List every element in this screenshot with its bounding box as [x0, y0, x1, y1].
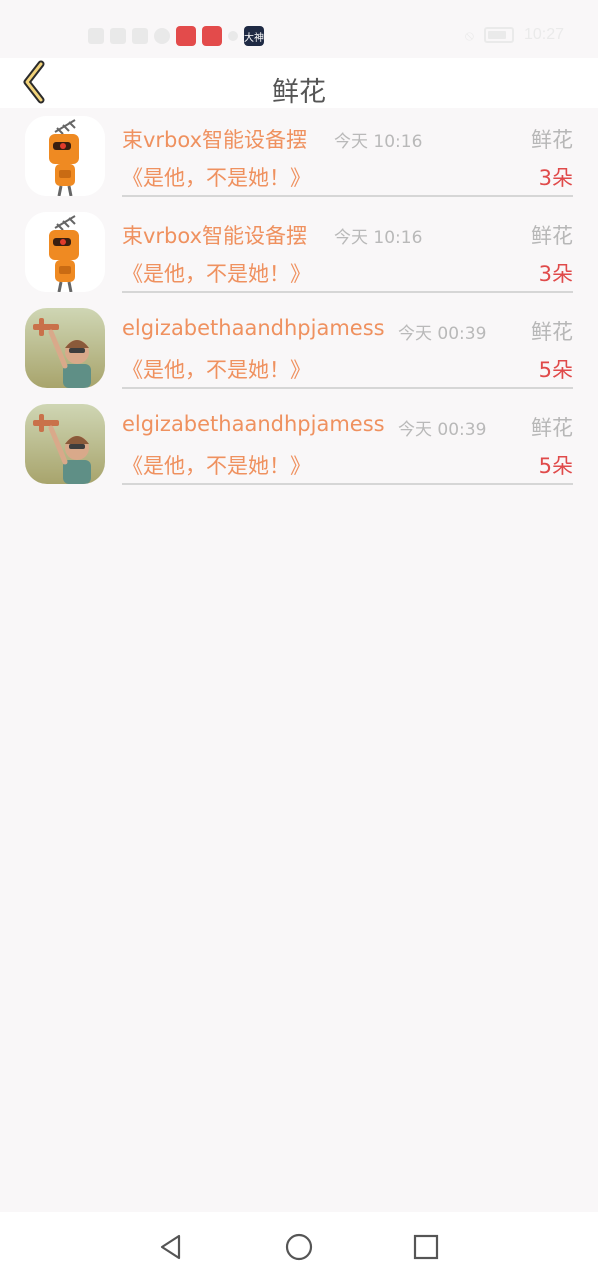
timestamp: 今天 00:39	[398, 324, 487, 344]
hd-icon	[88, 28, 104, 44]
gift-type: 鲜花	[531, 320, 573, 344]
divider	[122, 387, 573, 389]
dashen-app-icon: 大神	[244, 26, 264, 46]
robot-avatar-icon	[25, 116, 105, 196]
nav-home-button[interactable]	[284, 1232, 314, 1262]
flower-count: 5朵	[538, 454, 573, 478]
triangle-back-icon	[160, 1234, 181, 1260]
flower-count: 5朵	[538, 358, 573, 382]
screen: 大神 ⦸ 10:27 鲜花 束vrbox智能设备摆 今天 10:16 鲜花 《是…	[0, 0, 598, 1280]
divider	[122, 195, 573, 197]
sender-name: elgizabethaandhpjamess	[122, 316, 385, 340]
timestamp: 今天 10:16	[334, 132, 423, 152]
robot-avatar-icon	[25, 212, 105, 292]
girl-plane-avatar-icon	[25, 308, 105, 388]
title-bar: 鲜花	[0, 58, 598, 108]
app-notification-red-icon	[176, 26, 196, 46]
list-item[interactable]: 束vrbox智能设备摆 今天 10:16 鲜花 《是他，不是她！》 3朵	[0, 110, 598, 206]
flower-count: 3朵	[538, 166, 573, 190]
avatar[interactable]	[25, 116, 105, 196]
nav-recents-button[interactable]	[411, 1232, 441, 1262]
status-bar: 大神 ⦸ 10:27	[0, 0, 598, 58]
avatar[interactable]	[25, 404, 105, 484]
battery-icon	[483, 27, 514, 43]
book-title: 《是他，不是她！》	[122, 358, 311, 382]
mute-icon: ⦸	[464, 26, 474, 43]
gift-type: 鲜花	[531, 128, 573, 152]
sender-name: elgizabethaandhpjamess	[122, 412, 385, 436]
divider	[122, 483, 573, 485]
sender-name: 束vrbox智能设备摆	[122, 128, 308, 152]
app-notification-heart-icon	[202, 26, 222, 46]
avatar[interactable]	[25, 212, 105, 292]
status-icons-left: 大神	[88, 26, 264, 46]
gift-type: 鲜花	[531, 224, 573, 248]
list-item[interactable]: 束vrbox智能设备摆 今天 10:16 鲜花 《是他，不是她！》 3朵	[0, 206, 598, 302]
flower-count: 3朵	[538, 262, 573, 286]
list-item[interactable]: elgizabethaandhpjamess 今天 00:39 鲜花 《是他，不…	[0, 398, 598, 494]
nav-back-button[interactable]	[156, 1232, 186, 1262]
timestamp: 今天 00:39	[398, 420, 487, 440]
notification-icon	[154, 28, 170, 44]
book-title: 《是他，不是她！》	[122, 454, 311, 478]
girl-plane-avatar-icon	[25, 404, 105, 484]
system-nav-bar	[0, 1212, 598, 1280]
book-title: 《是他，不是她！》	[122, 166, 311, 190]
status-icons-right: ⦸ 10:27	[465, 26, 564, 44]
divider	[122, 291, 573, 293]
avatar[interactable]	[25, 308, 105, 388]
timestamp: 今天 10:16	[334, 228, 423, 248]
flower-record-list: 束vrbox智能设备摆 今天 10:16 鲜花 《是他，不是她！》 3朵 束vr…	[0, 110, 598, 494]
gift-type: 鲜花	[531, 416, 573, 440]
circle-home-icon	[285, 1233, 313, 1261]
page-title: 鲜花	[272, 77, 326, 108]
square-recents-icon	[413, 1234, 439, 1260]
book-title: 《是他，不是她！》	[122, 262, 311, 286]
signal-icon	[110, 28, 126, 44]
list-item[interactable]: elgizabethaandhpjamess 今天 00:39 鲜花 《是他，不…	[0, 302, 598, 398]
sender-name: 束vrbox智能设备摆	[122, 224, 308, 248]
dot-icon	[228, 31, 238, 41]
wifi-icon	[132, 28, 148, 44]
status-time: 10:27	[523, 26, 564, 43]
